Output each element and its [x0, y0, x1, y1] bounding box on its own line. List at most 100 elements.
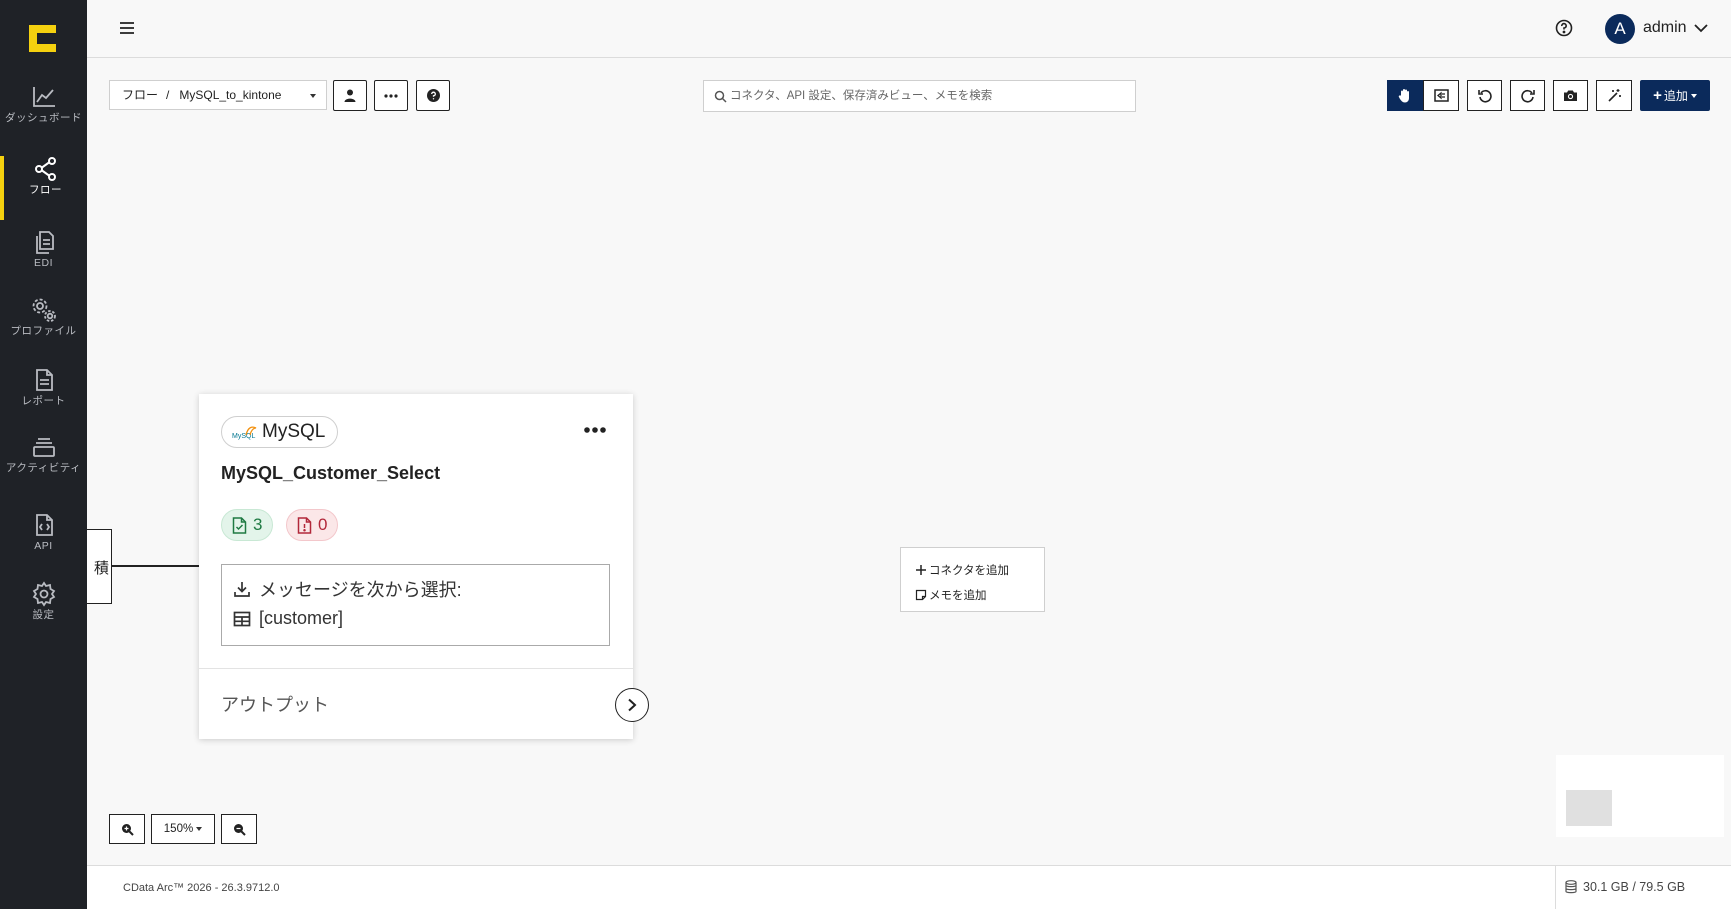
api-icon: [35, 514, 53, 536]
connector-type-label: MySQL: [262, 421, 326, 442]
footer: CData Arc™ 2026 - 26.3.9712.0 30.1 GB / …: [87, 865, 1731, 909]
search-box[interactable]: [703, 80, 1136, 112]
undo-button[interactable]: [1467, 80, 1502, 111]
message-source-row: メッセージを次から選択:: [233, 576, 462, 602]
sidebar-item-label: プロファイル: [10, 325, 77, 337]
undo-icon: [1477, 89, 1492, 103]
sidebar-item-settings[interactable]: 設定: [0, 581, 87, 645]
zoom-level: 150%: [163, 823, 194, 835]
output-label: アウトプット: [221, 695, 329, 715]
success-count: 3: [253, 515, 263, 534]
sidebar-item-api[interactable]: API: [0, 512, 87, 576]
gear-icon: [32, 581, 55, 607]
zoom-in-icon: [121, 823, 134, 836]
question-circle-icon: [426, 89, 440, 102]
search-icon: [714, 90, 727, 103]
zoom-in-button[interactable]: [109, 814, 145, 844]
mysql-logo-icon: MySQL: [232, 426, 257, 440]
chart-line-icon: [32, 87, 55, 107]
caret-down-icon: [310, 94, 316, 98]
sidebar-item-label: レポート: [21, 395, 66, 407]
storage-text: 30.1 GB / 79.5 GB: [1583, 880, 1686, 894]
documents-icon: [35, 231, 54, 254]
connector-type-pill: MySQL MySQL: [221, 416, 339, 448]
search-input[interactable]: [730, 81, 1120, 111]
menu-item-label: メモを追加: [929, 589, 987, 602]
sidebar-item-dashboard[interactable]: ダッシュボード: [0, 84, 87, 148]
user-icon: [344, 89, 356, 102]
table-row: [customer]: [233, 608, 343, 629]
sidebar-item-flow[interactable]: フロー: [0, 156, 87, 220]
file-check-icon: [232, 516, 247, 534]
connector-card[interactable]: MySQL MySQL MySQL_Customer_Select 3 0 メッ…: [199, 394, 649, 739]
output-port-button[interactable]: [615, 688, 649, 722]
menu-item-add-connector[interactable]: コネクタを追加: [901, 557, 1044, 582]
ellipsis-icon[interactable]: [583, 425, 607, 435]
selection-icon: [1433, 89, 1449, 102]
add-button[interactable]: + 追加: [1640, 80, 1710, 111]
sidebar-item-label: ダッシュボード: [5, 112, 82, 124]
flow-name: MySQL_to_kintone: [179, 88, 282, 102]
menu-item-add-note[interactable]: メモを追加: [901, 582, 1044, 607]
error-count: 0: [318, 515, 328, 534]
error-count-badge[interactable]: 0: [286, 509, 339, 541]
top-header: A admin: [87, 0, 1731, 58]
database-icon: [1565, 880, 1577, 894]
minimap-viewport[interactable]: [1566, 790, 1612, 826]
gears-icon: [32, 298, 56, 322]
connector-title: MySQL_Customer_Select: [221, 463, 441, 483]
more-options-button[interactable]: [374, 80, 408, 111]
table-name: [customer]: [259, 608, 344, 628]
menu-item-label: コネクタを追加: [929, 564, 1010, 577]
user-button[interactable]: [333, 80, 367, 111]
ellipsis-icon: [384, 93, 398, 98]
download-icon: [234, 582, 250, 597]
camera-icon: [1564, 90, 1577, 101]
caret-down-icon: [196, 827, 203, 831]
cdata-logo[interactable]: [29, 25, 56, 52]
redo-icon: [1520, 89, 1535, 103]
avatar[interactable]: A: [1605, 14, 1635, 44]
breadcrumb-separator: /: [166, 88, 170, 102]
hamburger-menu-icon[interactable]: [118, 19, 136, 37]
sidebar-item-label: アクティビティ: [5, 462, 82, 474]
screenshot-button[interactable]: [1553, 80, 1588, 111]
card-divider: [199, 668, 633, 669]
help-button[interactable]: [416, 80, 450, 111]
pan-mode-button[interactable]: [1387, 80, 1423, 111]
sidebar-item-label: 設定: [32, 609, 55, 621]
select-mode-button[interactable]: [1423, 80, 1459, 111]
auto-arrange-button[interactable]: [1596, 80, 1632, 111]
sidebar-item-edi[interactable]: EDI: [0, 229, 87, 293]
zoom-level-select[interactable]: 150%: [151, 814, 215, 844]
chevron-down-icon[interactable]: [1693, 22, 1709, 34]
table-icon: [233, 611, 251, 626]
success-count-badge[interactable]: 3: [221, 509, 274, 541]
canvas-context-menu: コネクタを追加 メモを追加: [900, 547, 1045, 612]
sidebar-item-profile[interactable]: プロファイル: [0, 297, 87, 361]
sidebar-item-label: API: [34, 540, 53, 552]
user-name[interactable]: admin: [1643, 19, 1687, 37]
help-icon[interactable]: [1554, 18, 1574, 38]
zoom-out-icon: [233, 823, 246, 836]
minimap[interactable]: [1556, 755, 1724, 837]
upstream-connector-node[interactable]: 積: [87, 529, 112, 604]
sidebar-item-report[interactable]: レポート: [0, 367, 87, 431]
message-source-box[interactable]: メッセージを次から選択: [customer]: [221, 564, 610, 646]
flow-breadcrumb-select[interactable]: フロー / MySQL_to_kintone: [109, 80, 327, 110]
file-error-icon: [297, 516, 312, 534]
redo-button[interactable]: [1510, 80, 1545, 111]
plus-icon: [916, 564, 926, 575]
note-icon: [915, 589, 927, 600]
activity-icon: [32, 438, 55, 457]
add-label: 追加: [1663, 89, 1688, 103]
plus-icon: +: [1653, 87, 1662, 104]
storage-indicator: 30.1 GB / 79.5 GB: [1565, 880, 1685, 894]
chevron-right-icon: [628, 698, 637, 712]
version-text: CData Arc™ 2026 - 26.3.9712.0: [123, 882, 280, 894]
flow-connection-line: [112, 565, 200, 567]
breadcrumb-root[interactable]: フロー: [122, 88, 158, 102]
zoom-out-button[interactable]: [221, 814, 257, 844]
share-nodes-icon: [34, 157, 56, 181]
sidebar-item-activity[interactable]: アクティビティ: [0, 434, 87, 498]
